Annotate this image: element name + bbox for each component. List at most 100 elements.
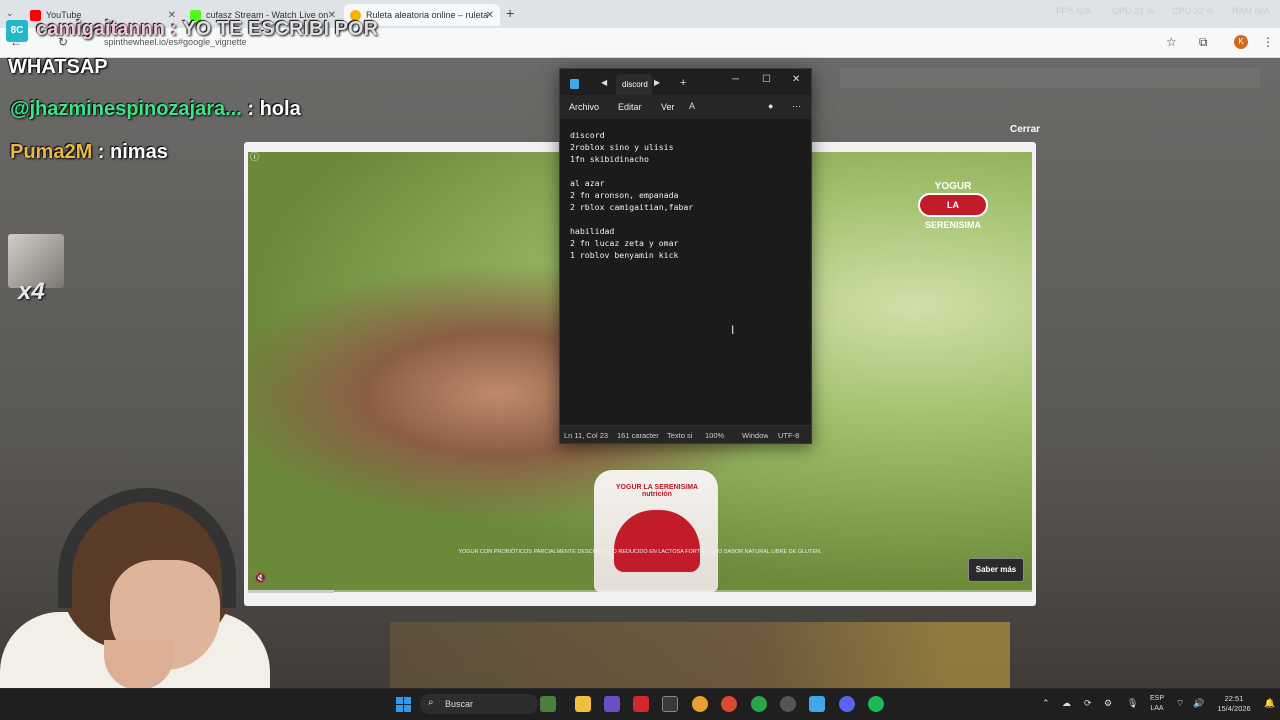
editor-line: discord — [570, 130, 605, 140]
status-encoding: UTF-8 — [778, 431, 800, 440]
video-progress-fill — [248, 590, 335, 593]
search-icon: ⌕ — [428, 697, 434, 708]
notepad-app-icon — [570, 79, 579, 89]
alert-multiplier: x4 — [18, 278, 45, 305]
status-zoom: 100% — [705, 431, 725, 440]
taskbar-whatsapp-icon[interactable] — [751, 696, 767, 712]
tab-list-chevron-icon[interactable]: ⌄ — [6, 8, 14, 19]
taskbar-app-icon[interactable] — [633, 696, 649, 712]
chat-message: Puma2M : nimas — [10, 141, 168, 164]
brand-logo: LA SERENISIMA — [918, 193, 988, 230]
status-char-count: 161 caracteres — [617, 431, 659, 440]
text-cursor-icon: I — [731, 323, 735, 337]
taskbar-app-icon[interactable] — [604, 696, 620, 712]
page-header-faded — [840, 68, 1260, 88]
notepad-window: ◀ discord ▶ + ─ ☐ ✕ Archivo Editar Ver A… — [559, 68, 812, 444]
tray-app-icon[interactable]: ⟳ — [1084, 698, 1092, 709]
editor-line: 1fn skibidinacho — [570, 154, 649, 164]
menu-editar[interactable]: Editar — [618, 102, 642, 112]
status-line-ending: Windows (CRLF) — [742, 431, 768, 440]
menu-ver[interactable]: Ver — [661, 102, 675, 112]
extensions-icon[interactable]: ⧉ — [1199, 35, 1208, 50]
new-tab-icon[interactable]: + — [506, 5, 514, 21]
close-icon[interactable]: ✕ — [792, 74, 800, 85]
editor-line: 2 fn lucaz zeta y omar — [570, 238, 679, 248]
profile-avatar[interactable]: K — [1234, 35, 1248, 49]
editor-line: 2 rblox camigaitian,fabar — [570, 202, 694, 212]
taskbar-search-input[interactable] — [420, 694, 538, 714]
taskbar-clock[interactable]: 22:51 15/4/2026 — [1210, 694, 1258, 714]
taskbar-widgets-icon[interactable] — [540, 696, 556, 712]
editor-line: 2 fn aronson, empanada — [570, 190, 679, 200]
chat-username: camigaitannn — [36, 18, 165, 40]
chat-message: @jhazminespinozajara... : hola — [10, 98, 301, 121]
text-format-icon[interactable]: A — [689, 101, 695, 111]
keyboard-layout: LAA — [1150, 705, 1164, 712]
ad-disclaimer: YOGUR CON PROBIÓTICOS PARCIALMENTE DESCR… — [458, 549, 822, 555]
taskbar-chrome-icon[interactable] — [692, 696, 708, 712]
tab-label: Ruleta aleatoria online – ruleta — [366, 10, 489, 20]
chat-message: WHATSAP — [8, 56, 108, 79]
tab-scroll-right-icon[interactable]: ▶ — [654, 78, 660, 87]
editor-line: al azar — [570, 178, 605, 188]
windows-start-icon[interactable] — [396, 697, 411, 712]
taskbar-app-icon[interactable] — [780, 696, 796, 712]
chat-text: WHATSAP — [8, 56, 108, 78]
editor-line: 2roblox sino y ulisis — [570, 142, 674, 152]
close-ad-button[interactable]: Cerrar — [1010, 124, 1040, 135]
editor-line: 1 roblov benyamin kick — [570, 250, 679, 260]
tray-volume-icon[interactable]: 🔊 — [1193, 698, 1204, 709]
chat-separator: : — [164, 18, 183, 40]
close-tab-icon[interactable]: ✕ — [486, 10, 494, 21]
tray-expand-icon[interactable]: ⌃ — [1042, 698, 1050, 709]
editor-line: habilidad — [570, 226, 615, 236]
taskbar-notepad-icon[interactable] — [809, 696, 825, 712]
cup-text: YOGUR LA SERENISIMA nutrición — [615, 484, 699, 498]
chat-text: nimas — [110, 141, 168, 163]
fps-stat: FPS N/A — [1056, 6, 1092, 16]
tray-notifications-icon[interactable]: 🔔 — [1264, 698, 1275, 709]
menu-archivo[interactable]: Archivo — [569, 102, 599, 112]
taskbar-store-icon[interactable] — [662, 696, 678, 712]
cpu-stat: CPU 32 % — [1172, 6, 1215, 16]
tray-mic-icon[interactable]: 🎙 — [1127, 698, 1138, 709]
tray-app-icon[interactable]: ⚙ — [1104, 698, 1112, 709]
menu-kebab-icon[interactable]: ⋮ — [1262, 35, 1274, 49]
ram-stat: RAM N/A — [1232, 6, 1270, 16]
search-placeholder: Buscar — [445, 699, 474, 709]
taskbar-file-explorer-icon[interactable] — [575, 696, 591, 712]
learn-more-button[interactable]: Saber más — [968, 558, 1024, 582]
notepad-editor[interactable]: discord 2roblox sino y ulisis 1fn skibid… — [560, 119, 811, 425]
taskbar-chrome-icon[interactable] — [721, 696, 737, 712]
new-tab-icon[interactable]: + — [680, 77, 686, 89]
chat-separator: : — [241, 98, 260, 120]
account-icon[interactable]: ● — [768, 101, 773, 111]
chat-badge-icon: 8C — [6, 20, 28, 42]
bookmark-star-icon[interactable]: ☆ — [1166, 35, 1177, 49]
minimize-icon[interactable]: ─ — [732, 74, 739, 85]
clock-time: 22:51 — [1224, 694, 1244, 703]
tray-language[interactable]: ESP LAA — [1148, 694, 1166, 714]
video-progress-bar[interactable] — [248, 590, 1032, 593]
settings-more-icon[interactable]: ⋯ — [792, 101, 801, 112]
chat-message: camigaitannn : YO TE ESCRIBI POR — [36, 18, 378, 41]
tray-onedrive-icon[interactable]: ☁ — [1062, 698, 1071, 709]
clock-date: 15/4/2026 — [1217, 704, 1251, 713]
mute-icon[interactable]: 🔇 — [254, 573, 266, 584]
brand-yogur-text: YOGUR — [934, 181, 972, 192]
tray-wifi-icon[interactable]: ⌔ — [1176, 698, 1184, 709]
taskbar-discord-icon[interactable] — [839, 696, 855, 712]
chat-text: hola — [259, 98, 301, 120]
maximize-icon[interactable]: ☐ — [762, 74, 771, 85]
language-code: ESP — [1149, 695, 1164, 702]
chat-username: @jhazminespinozajara... — [10, 98, 242, 120]
gpu-stat: GPU 21 % — [1112, 6, 1155, 16]
chat-separator: : — [92, 141, 111, 163]
wheel-area-background — [390, 622, 1010, 688]
tab-scroll-left-icon[interactable]: ◀ — [601, 78, 607, 87]
taskbar-spotify-icon[interactable] — [868, 696, 884, 712]
chat-username: Puma2M — [10, 141, 93, 163]
notepad-tab[interactable]: discord — [616, 74, 652, 95]
ad-info-icon[interactable]: ⓘ — [250, 150, 259, 163]
status-format: Texto sin formato — [667, 431, 692, 440]
